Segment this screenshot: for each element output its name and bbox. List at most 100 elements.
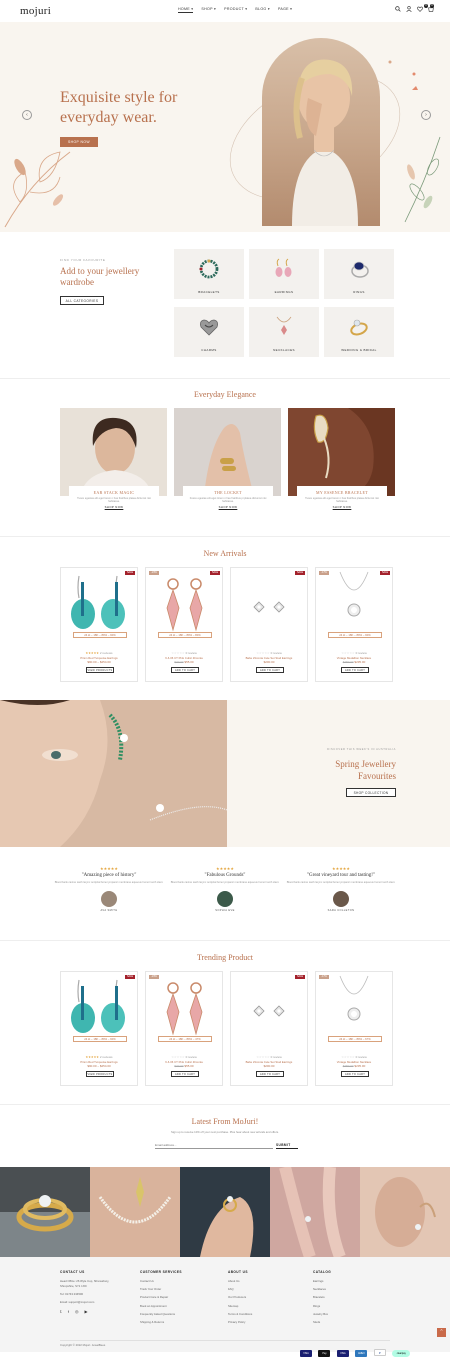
- testimonial-quote: "Great vineyard tour and tasting!": [281, 873, 401, 878]
- gallery-image-rings[interactable]: [0, 1167, 90, 1257]
- footer-link[interactable]: Studs: [313, 1320, 331, 1324]
- footer-link[interactable]: Rings: [313, 1304, 331, 1308]
- hero-shop-now-button[interactable]: SHOP NOW: [60, 137, 98, 147]
- footer-link[interactable]: Terms & Conditions: [228, 1312, 252, 1316]
- logo[interactable]: mojuri: [20, 5, 51, 17]
- footer-text: Shropshire, SY1 1XD: [60, 1284, 109, 1288]
- categories-title: Add to your jewellery wardrobe: [60, 266, 160, 288]
- add-to-cart-button[interactable]: ADD TO CART: [171, 1071, 199, 1077]
- gallery-image-ring-hand[interactable]: [180, 1167, 270, 1257]
- all-categories-button[interactable]: ALL CATEGORIES: [60, 296, 104, 305]
- nav-shop[interactable]: SHOP ▾: [201, 7, 216, 13]
- footer-link[interactable]: Privacy Policy: [228, 1320, 252, 1324]
- footer-link[interactable]: Jewelry Box: [313, 1312, 331, 1316]
- category-rings[interactable]: RINGS: [324, 249, 394, 299]
- testimonial-stars: ★★★★★: [49, 866, 169, 871]
- category-earrings[interactable]: EARRINGS: [249, 249, 319, 299]
- product-card[interactable]: SALE 24 kt – 18K – 89% – 90% ★★★★★ 2 rev…: [60, 567, 138, 682]
- size-options[interactable]: 24 kt – 18K – 89% – 90%: [73, 632, 127, 638]
- product-card[interactable]: SALE 24 kt – 18K – 89% – 90% ★★★★★ 2 rev…: [60, 971, 138, 1086]
- footer-link[interactable]: About Us: [228, 1279, 252, 1283]
- size-options[interactable]: 24 kt – 18K – 89% – 90%: [328, 632, 382, 638]
- footer-link[interactable]: Product Care & Repair: [140, 1295, 182, 1299]
- category-label: RINGS: [324, 290, 394, 294]
- promo-title: Spring Jewellery Favourites: [310, 758, 396, 782]
- footer-link[interactable]: Necklaces: [313, 1287, 331, 1291]
- payment-icons: VISA Pay VISA AMEX P clearpay: [298, 1341, 410, 1359]
- size-options[interactable]: 24 kt – 18K – 89% – 80%: [158, 632, 212, 638]
- footer-link[interactable]: Our Producers: [228, 1295, 252, 1299]
- category-bracelets[interactable]: BRACELETS: [174, 249, 244, 299]
- shop-now-link[interactable]: SHOP NOW: [183, 505, 273, 509]
- new-arrivals-title: New Arrivals: [0, 549, 450, 558]
- sale-badge: SALE: [125, 975, 135, 979]
- search-icon[interactable]: [395, 6, 401, 12]
- card-desc: Tusce egestas elit eget lorem n has frat…: [303, 497, 381, 503]
- add-to-cart-button[interactable]: ADD TO CART: [256, 667, 284, 673]
- testimonial-quote: "Amazing piece of history": [49, 873, 169, 878]
- discount-badge: -23%: [149, 571, 159, 575]
- shop-now-link[interactable]: SHOP NOW: [69, 505, 159, 509]
- footer-link[interactable]: FAQ: [228, 1287, 252, 1291]
- everyday-card-locket[interactable]: [174, 408, 281, 496]
- footer-email[interactable]: Email: support@mojuri.com: [60, 1300, 109, 1304]
- gallery-image-earring[interactable]: [360, 1167, 450, 1257]
- add-to-cart-button[interactable]: ADD TO CART: [256, 1071, 284, 1077]
- shop-now-link[interactable]: SHOP NOW: [297, 505, 387, 509]
- product-card[interactable]: SALE ☆☆☆☆☆ 0 review Babe Zirconia Cute S…: [230, 567, 308, 682]
- user-icon[interactable]: [406, 6, 412, 12]
- product-card[interactable]: -17% 24 kt – 18K – 89% – 67% ☆☆☆☆☆ 0 rev…: [315, 971, 393, 1086]
- newsletter-email-input[interactable]: [155, 1141, 273, 1149]
- everyday-card-bracelet[interactable]: [288, 408, 395, 496]
- instagram-icon[interactable]: ◎: [75, 1309, 79, 1314]
- footer-link[interactable]: Track Your Order: [140, 1287, 182, 1291]
- shop-collection-button[interactable]: SHOP COLLECTION: [346, 788, 396, 797]
- sale-badge: SALE: [295, 975, 305, 979]
- nav-product[interactable]: PRODUCT ▾: [224, 7, 247, 13]
- everyday-card-ear-stack[interactable]: [60, 408, 167, 496]
- facebook-icon[interactable]: f: [68, 1309, 69, 1314]
- heart-icon[interactable]: [417, 6, 423, 12]
- product-card[interactable]: SALE ☆☆☆☆☆ 0 review Babe Zirconia Cute S…: [230, 971, 308, 1086]
- newsletter-submit-button[interactable]: SUBMIT: [276, 1143, 298, 1149]
- category-necklaces[interactable]: NECKLACES: [249, 307, 319, 357]
- add-to-cart-button[interactable]: ADD TO CART: [171, 667, 199, 673]
- size-options[interactable]: 24 kt – 18K – 89% – 47%: [158, 1036, 212, 1042]
- product-card[interactable]: -23% SALE 24 kt – 18K – 89% – 80% ☆☆☆☆☆ …: [145, 567, 223, 682]
- product-card[interactable]: -17% SALE 24 kt – 18K – 89% – 90% ☆☆☆☆☆ …: [315, 567, 393, 682]
- footer-link[interactable]: Shipping & Returns: [140, 1320, 182, 1324]
- view-products-button[interactable]: VIEW PRODUCTS: [86, 667, 114, 673]
- rating-stars: ☆☆☆☆☆ 0 review: [146, 651, 222, 655]
- gallery-image-hands[interactable]: [270, 1167, 360, 1257]
- footer-link[interactable]: Frequently Asked Questions: [140, 1312, 182, 1316]
- testimonial-author: AVA SMITH: [49, 909, 169, 912]
- size-options[interactable]: 24 kt – 18K – 89% – 67%: [328, 1036, 382, 1042]
- nav-home[interactable]: HOME ▾: [178, 7, 193, 13]
- category-wedding-bridal[interactable]: WEDDING & BRIDAL: [324, 307, 394, 357]
- back-to-top-button[interactable]: ⌃: [437, 1328, 446, 1337]
- nav-blog[interactable]: BLOG ▾: [255, 7, 270, 13]
- footer-heading: ABOUT US: [228, 1270, 252, 1274]
- hero-banner: Exquisite style for everyday wear. SHOP …: [0, 22, 450, 232]
- hero-title: Exquisite style for everyday wear.: [60, 88, 220, 128]
- product-price: $280.00 $235.00: [316, 660, 392, 664]
- trending-title: Trending Product: [0, 953, 450, 962]
- footer-link[interactable]: Sitemap: [228, 1304, 252, 1308]
- gallery-image-necklace[interactable]: [90, 1167, 180, 1257]
- category-charms[interactable]: CHARMS: [174, 307, 244, 357]
- youtube-icon[interactable]: ▶: [85, 1309, 88, 1314]
- everyday-caption-1: EAR STACK MAGIC Tusce egestas elit eget …: [69, 486, 159, 516]
- footer-link[interactable]: Earrings: [313, 1279, 331, 1283]
- twitter-icon[interactable]: 𝕥: [60, 1309, 62, 1314]
- footer-link[interactable]: Contact Us: [140, 1279, 182, 1283]
- testimonial-stars: ★★★★★: [165, 866, 285, 871]
- footer-link[interactable]: Book an Appointment: [140, 1304, 182, 1308]
- product-card[interactable]: -23% 24 kt – 18K – 89% – 47% ☆☆☆☆☆ 0 rev…: [145, 971, 223, 1086]
- size-options[interactable]: 24 kt – 18K – 89% – 90%: [73, 1036, 127, 1042]
- nav-page[interactable]: PAGE ▾: [278, 7, 292, 13]
- add-to-cart-button[interactable]: ADD TO CART: [341, 667, 369, 673]
- add-to-cart-button[interactable]: ADD TO CART: [341, 1071, 369, 1077]
- view-products-button[interactable]: VIEW PRODUCTS: [86, 1071, 114, 1077]
- hero-prev-arrow[interactable]: ‹: [22, 110, 32, 120]
- footer-link[interactable]: Bracelets: [313, 1295, 331, 1299]
